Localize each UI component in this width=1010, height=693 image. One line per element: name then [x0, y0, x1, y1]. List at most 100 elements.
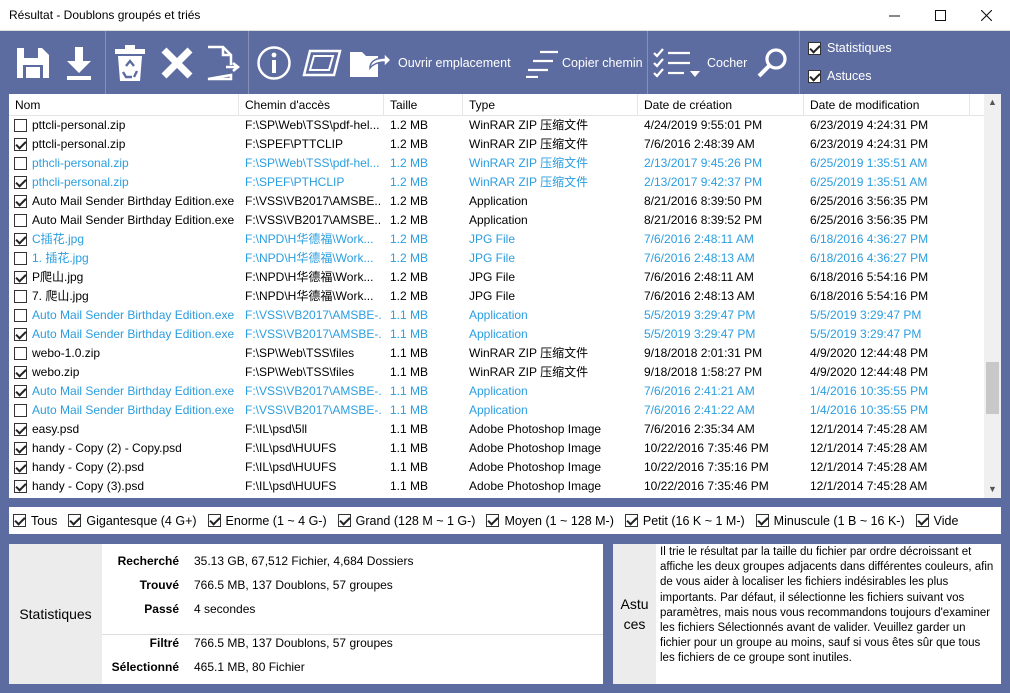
row-checkbox[interactable]	[14, 328, 27, 341]
filter-option[interactable]: Minuscule (1 B ~ 16 K-)	[755, 514, 905, 528]
table-row[interactable]: pttcli-personal.zip F:\SPEF\PTTCLIP 1.2 MB…	[9, 135, 984, 154]
table-row[interactable]: webo.zip F:\SP\Web\TSS\files 1.1 MB WinRAR …	[9, 363, 984, 382]
table-row[interactable]: Auto Mail Sender Birthday Edition.exe F:\…	[9, 192, 984, 211]
row-checkbox[interactable]	[14, 119, 27, 132]
title-bar: Résultat - Doublons groupés et triés	[0, 0, 1010, 31]
maximize-button[interactable]	[917, 0, 963, 31]
cell-name: pttcli-personal.zip	[32, 118, 126, 132]
cell-path: F:\SPEF\PTHCLIP	[245, 175, 345, 189]
row-checkbox[interactable]	[14, 423, 27, 436]
cell-name: Auto Mail Sender Birthday Edition.exe	[32, 384, 235, 398]
filter-checkbox[interactable]	[13, 514, 26, 527]
row-checkbox[interactable]	[14, 461, 27, 474]
row-checkbox[interactable]	[14, 290, 27, 303]
row-checkbox[interactable]	[14, 138, 27, 151]
filter-option[interactable]: Moyen (1 ~ 128 M-)	[486, 514, 614, 528]
row-checkbox[interactable]	[14, 271, 27, 284]
row-checkbox[interactable]	[14, 480, 27, 493]
statistics-checkbox[interactable]	[808, 41, 821, 55]
close-window-button[interactable]	[963, 0, 1009, 31]
column-header-created[interactable]: Date de création	[638, 94, 804, 116]
row-checkbox[interactable]	[14, 214, 27, 227]
table-row[interactable]: pttcli-personal.zip F:\SP\Web\TSS\pdf-hel…	[9, 116, 984, 135]
info-button[interactable]	[256, 31, 292, 94]
filter-checkbox[interactable]	[915, 514, 929, 527]
recycle-button[interactable]	[113, 31, 147, 94]
export-button[interactable]	[63, 31, 95, 94]
minimize-button[interactable]	[871, 0, 917, 31]
table-row[interactable]: C插花.jpg F:\NPD\H华德福\Work... 1.2 MB JPG File…	[9, 230, 984, 249]
delete-button[interactable]	[160, 31, 194, 94]
table-row[interactable]: handy - Copy (2).psd F:\IL\psd\HUUFS 1.1 M…	[9, 458, 984, 477]
filter-checkbox[interactable]	[207, 514, 221, 527]
table-row[interactable]: pthcli-personal.zip F:\SP\Web\TSS\pdf-hel…	[9, 154, 984, 173]
table-row[interactable]: handy - Copy (3).psd F:\IL\psd\HUUFS 1.1 M…	[9, 477, 984, 496]
row-checkbox[interactable]	[14, 195, 27, 208]
save-button[interactable]	[15, 31, 51, 94]
filter-checkbox[interactable]	[337, 514, 351, 527]
column-header-path[interactable]: Chemin d'accès	[239, 94, 384, 116]
column-header-modified[interactable]: Date de modification	[804, 94, 970, 116]
table-row[interactable]: webo-1.0.zip F:\SP\Web\TSS\files 1.1 MB Win…	[9, 344, 984, 363]
row-checkbox[interactable]	[14, 404, 27, 417]
cell-modified: 5/5/2019 3:29:47 PM	[810, 308, 922, 322]
row-checkbox[interactable]	[14, 385, 27, 398]
table-row[interactable]: Auto Mail Sender Birthday Edition.exe F:\…	[9, 382, 984, 401]
filter-option[interactable]: Vide	[915, 513, 959, 528]
search-button[interactable]	[757, 31, 789, 94]
filter-checkbox[interactable]	[68, 514, 82, 527]
table-row[interactable]: 1. 插花.jpg F:\NPD\H华德福\Work... 1.2 MB JPG Fi…	[9, 249, 984, 268]
scrollbar-thumb[interactable]	[986, 362, 999, 414]
copy-path-button[interactable]: Copier chemin	[524, 31, 643, 94]
row-checkbox[interactable]	[14, 347, 27, 360]
filter-checkbox[interactable]	[486, 514, 500, 527]
cell-modified: 1/4/2016 10:35:55 PM	[810, 384, 929, 398]
cell-modified: 12/1/2014 7:45:28 AM	[810, 441, 928, 455]
column-header-name[interactable]: Nom	[9, 94, 239, 116]
table-row[interactable]: Auto Mail Sender Birthday Edition.exe F:\…	[9, 211, 984, 230]
cell-name: Auto Mail Sender Birthday Edition.exe	[32, 308, 235, 322]
vertical-scrollbar[interactable]: ▲ ▼	[984, 94, 1001, 498]
table-row[interactable]: P爬山.jpg F:\NPD\H华德福\Work... 1.2 MB JPG File…	[9, 268, 984, 287]
move-button[interactable]	[204, 31, 242, 94]
scroll-down-icon[interactable]: ▼	[984, 481, 1001, 498]
table-row[interactable]: Auto Mail Sender Birthday Edition.exe F:\…	[9, 325, 984, 344]
table-row[interactable]: Auto Mail Sender Birthday Edition.exe F:\…	[9, 306, 984, 325]
filter-option[interactable]: Petit (16 K ~ 1 M-)	[624, 514, 745, 528]
table-row[interactable]: handy - Copy (2) - Copy.psd F:\IL\psd\HUU…	[9, 439, 984, 458]
cell-path: F:\IL\psd\HUUFS	[245, 479, 337, 493]
filter-label: Vide	[933, 513, 959, 528]
scroll-up-icon[interactable]: ▲	[984, 94, 1001, 111]
row-checkbox[interactable]	[14, 233, 27, 246]
filter-checkbox[interactable]	[624, 514, 638, 527]
cell-path: F:\SP\Web\TSS\files	[245, 346, 355, 360]
table-row[interactable]: pthcli-personal.zip F:\SPEF\PTHCLIP 1.2 MB…	[9, 173, 984, 192]
filter-option[interactable]: Enorme (1 ~ 4 G-)	[207, 514, 327, 528]
cell-created: 8/21/2016 8:39:52 PM	[644, 213, 763, 227]
table-row[interactable]: easy.psd F:\IL\psd\5ll 1.1 MB Adobe Photosh…	[9, 420, 984, 439]
row-checkbox[interactable]	[14, 309, 27, 322]
open-location-button[interactable]: Ouvrir emplacement	[348, 31, 511, 94]
row-checkbox[interactable]	[14, 366, 27, 379]
cell-name: Auto Mail Sender Birthday Edition.exe	[32, 327, 235, 341]
filter-option[interactable]: Gigantesque (4 G+)	[68, 514, 197, 528]
check-button[interactable]: Cocher	[652, 31, 747, 94]
cell-created: 7/6/2016 2:41:22 AM	[644, 403, 755, 417]
column-header-type[interactable]: Type	[463, 94, 638, 116]
tips-checkbox[interactable]	[808, 69, 821, 83]
statistics-toggle[interactable]: Statistiques	[808, 41, 892, 55]
filter-checkbox[interactable]	[755, 514, 769, 527]
table-row[interactable]: 7. 爬山.jpg F:\NPD\H华德福\Work... 1.2 MB JPG Fi…	[9, 287, 984, 306]
row-checkbox[interactable]	[14, 442, 27, 455]
column-header-size[interactable]: Taille	[384, 94, 463, 116]
filter-option[interactable]: Tous	[13, 514, 57, 528]
table-row[interactable]: Auto Mail Sender Birthday Edition.exe F:\…	[9, 401, 984, 420]
preview-button[interactable]	[302, 31, 342, 94]
row-checkbox[interactable]	[14, 157, 27, 170]
filter-option[interactable]: Grand (128 M ~ 1 G-)	[337, 514, 475, 528]
duplicate-file-list[interactable]: Nom Chemin d'accès Taille Type Date de c…	[9, 94, 1001, 498]
cell-path: F:\IL\psd\HUUFS	[245, 460, 337, 474]
tips-toggle[interactable]: Astuces	[808, 69, 871, 83]
row-checkbox[interactable]	[14, 252, 27, 265]
row-checkbox[interactable]	[14, 176, 27, 189]
